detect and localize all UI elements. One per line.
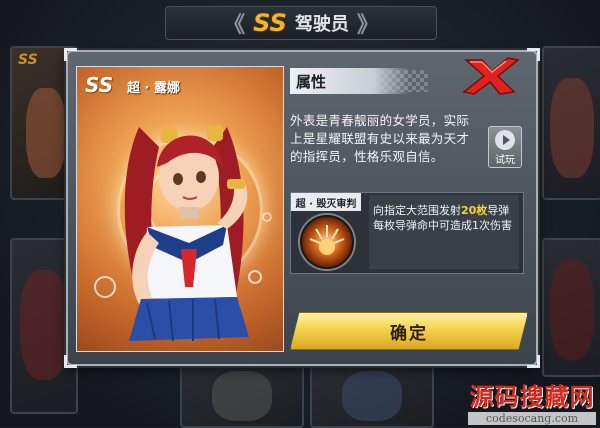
pilot-card[interactable]: [542, 46, 600, 200]
attributes-title: 属性: [296, 72, 327, 91]
watermark-url: codesocang.com: [468, 412, 596, 425]
frame-corner: [64, 355, 77, 368]
watermark-text: 源码搜藏网: [469, 382, 595, 411]
skill-panel: 超 · 毁灭审判 向指定大范围发射20枚导弹 每枚导弹命中可造成1次伤害: [290, 192, 524, 274]
header-title: 驾驶员: [294, 14, 349, 35]
pilot-card[interactable]: [180, 364, 304, 428]
site-watermark: 源码搜藏网 codesocang.com: [468, 377, 596, 425]
pilot-description: 外表是青春靓丽的女学员，实际上是星耀联盟有史以来最为天才的指挥员，性格乐观自信。: [290, 113, 470, 164]
chevron-left-icon: 《: [223, 13, 246, 38]
trial-button[interactable]: 试玩: [488, 126, 522, 168]
confirm-label: 确定: [390, 323, 428, 344]
skill-name: 超 · 毁灭审判: [291, 193, 361, 211]
skill-desc-highlight: 20枚: [461, 204, 488, 217]
trial-label: 试玩: [495, 155, 515, 166]
roster-header: 《 SS 驾驶员 》: [165, 6, 437, 40]
pilot-card[interactable]: [310, 364, 434, 428]
frame-corner: [527, 48, 540, 61]
skill-desc-prefix: 向指定大范围发射: [373, 204, 461, 217]
play-icon: [495, 130, 515, 150]
pilot-portrait: SS 超 · 露娜: [76, 66, 284, 352]
close-x-icon: [462, 57, 520, 95]
portrait-rank: SS: [85, 73, 114, 97]
attributes-heading: 属性: [290, 68, 410, 94]
chevron-right-icon: 》: [356, 13, 379, 38]
frame-corner: [64, 48, 77, 61]
frame-corner: [527, 355, 540, 368]
confirm-button[interactable]: 确定: [290, 312, 528, 350]
header-rank: SS: [253, 9, 287, 37]
pilot-card[interactable]: [542, 238, 600, 377]
pilot-detail-dialog: SS 超 · 露娜 属性 外表是青春靓丽的女学员，实际上是星耀联盟有史以来最为天…: [64, 48, 540, 368]
card-rank: SS: [18, 52, 38, 68]
skill-description: 向指定大范围发射20枚导弹 每枚导弹命中可造成1次伤害: [369, 195, 519, 269]
skill-desc-rest: 每枚导弹命中可造成1次伤害: [373, 219, 512, 232]
skill-desc-mid: 导弹: [487, 204, 510, 217]
pilot-character-image: [94, 125, 272, 342]
missile-burst-icon: [300, 215, 354, 269]
pilot-name: 超 · 露娜: [127, 81, 180, 96]
close-button[interactable]: [462, 56, 520, 96]
